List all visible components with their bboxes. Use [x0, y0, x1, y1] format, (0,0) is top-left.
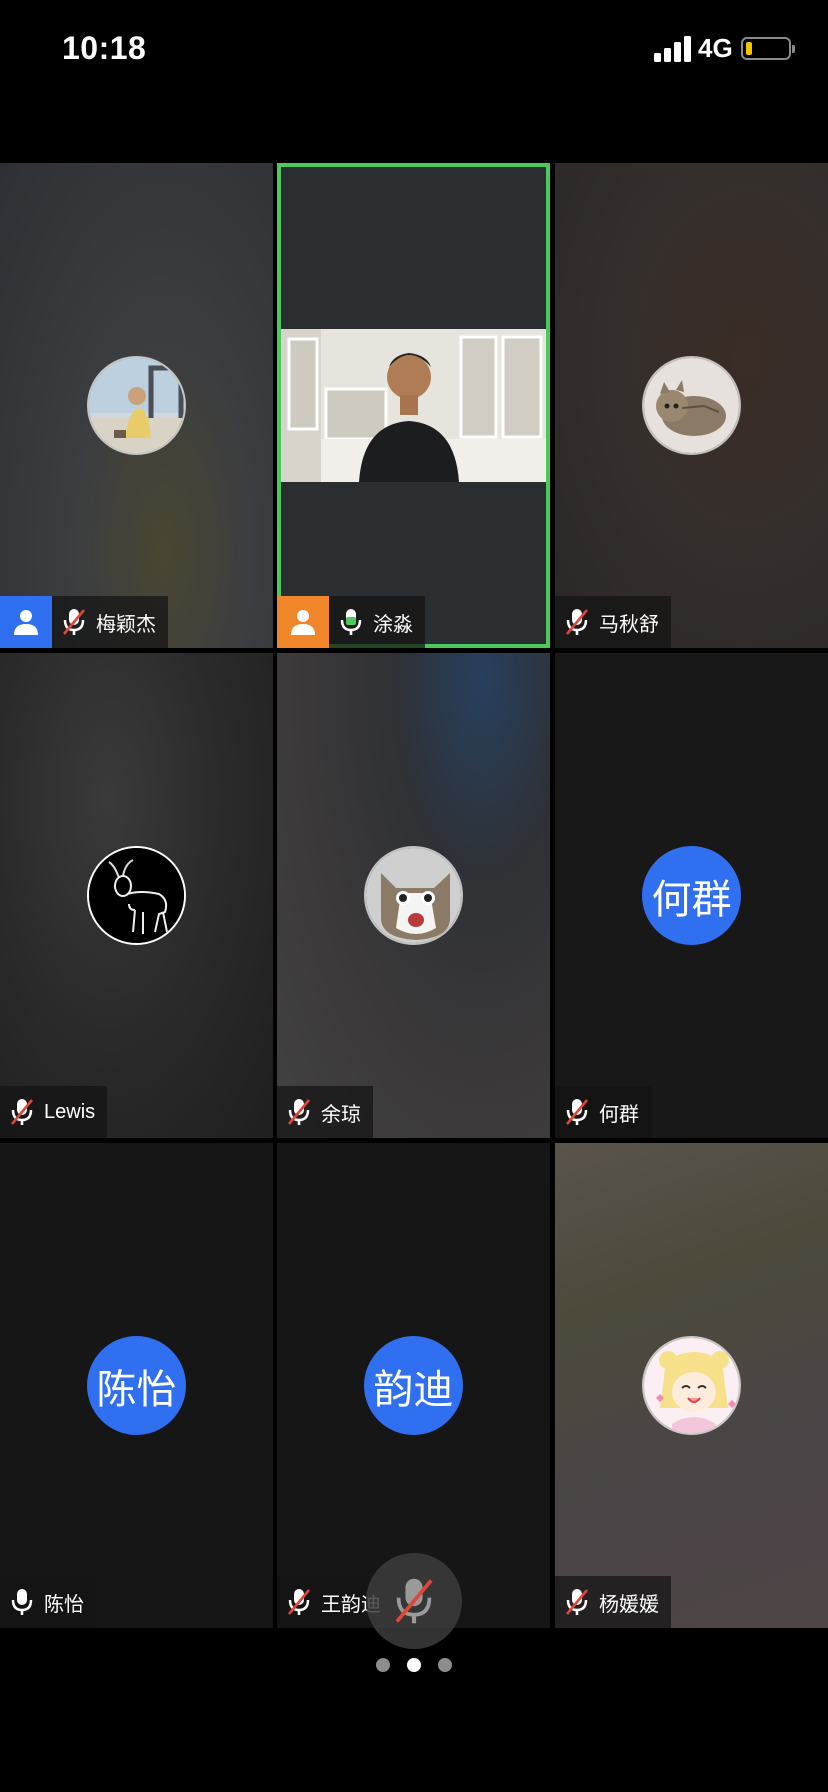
mic-muted-icon [277, 1086, 321, 1138]
status-bar: 10:18 4G [0, 0, 828, 100]
mic-muted-icon [0, 1086, 44, 1138]
mic-on-icon [0, 1576, 44, 1628]
battery-icon [741, 37, 795, 60]
mic-muted-icon [555, 596, 599, 648]
participant-nametag: 杨媛媛 [555, 1576, 671, 1628]
participant-avatar-initials: 韵迪 [364, 1336, 463, 1435]
participant-name: 马秋舒 [599, 613, 659, 636]
participant-avatar [87, 846, 186, 945]
network-type: 4G [698, 33, 733, 63]
mic-muted-icon [555, 1576, 599, 1628]
participant-name: 陈怡 [44, 1593, 84, 1616]
mic-speaking-icon [329, 596, 373, 648]
participant-name: 涂淼 [373, 613, 413, 636]
participant-avatar [642, 1336, 741, 1435]
participant-tile[interactable]: Lewis [0, 653, 273, 1138]
participant-name: 余琼 [321, 1103, 361, 1126]
mic-muted-icon [52, 596, 96, 648]
participant-tile[interactable]: 杨媛媛 [555, 1143, 828, 1628]
participant-video [281, 329, 546, 482]
participant-nametag: 余琼 [277, 1086, 373, 1138]
participant-nametag: Lewis [0, 1086, 108, 1138]
toggle-mic-button[interactable] [366, 1553, 462, 1649]
participant-nametag: 何群 [555, 1086, 651, 1138]
page-dot[interactable] [376, 1658, 390, 1672]
participant-tile[interactable]: 余琼 [277, 653, 550, 1138]
mic-muted-icon [395, 1578, 433, 1624]
page-dot-current[interactable] [407, 1658, 421, 1672]
participant-nametag: 涂淼 [277, 596, 425, 648]
participant-tile[interactable]: 马秋舒 [555, 163, 828, 648]
participant-name: 梅颖杰 [96, 613, 156, 636]
mic-muted-icon [555, 1086, 599, 1138]
participant-nametag: 马秋舒 [555, 596, 671, 648]
participant-nametag: 梅颖杰 [0, 596, 168, 648]
participant-name: Lewis [44, 1100, 96, 1123]
participant-avatar [642, 356, 741, 455]
participant-tile[interactable]: 何群 何群 [555, 653, 828, 1138]
participant-name: 何群 [599, 1103, 639, 1126]
mic-muted-icon [277, 1576, 321, 1628]
video-grid: 梅颖杰 涂淼 马秋舒 Lewis 余琼 何群 何群 陈怡 陈怡 韵迪 王韵迪 杨… [0, 163, 828, 1628]
page-indicator[interactable] [0, 1658, 828, 1674]
participant-avatar [87, 356, 186, 455]
participant-tile[interactable]: 陈怡 陈怡 [0, 1143, 273, 1628]
participant-nametag: 陈怡 [0, 1576, 96, 1628]
participant-avatar [364, 846, 463, 945]
signal-strength-icon [654, 36, 692, 62]
host-badge-icon [0, 596, 52, 648]
cohost-badge-icon [277, 596, 329, 648]
participant-avatar-initials: 何群 [642, 846, 741, 945]
page-dot[interactable] [438, 1658, 452, 1672]
participant-tile-active-speaker[interactable]: 涂淼 [277, 163, 550, 648]
participant-name: 杨媛媛 [599, 1593, 659, 1616]
status-time: 10:18 [62, 30, 147, 66]
participant-tile[interactable]: 梅颖杰 [0, 163, 273, 648]
meeting-screen: 10:18 4G 梅颖杰 涂淼 马秋舒 Lewis 余琼 何群 何群 陈怡 陈怡… [0, 0, 828, 1792]
participant-avatar-initials: 陈怡 [87, 1336, 186, 1435]
